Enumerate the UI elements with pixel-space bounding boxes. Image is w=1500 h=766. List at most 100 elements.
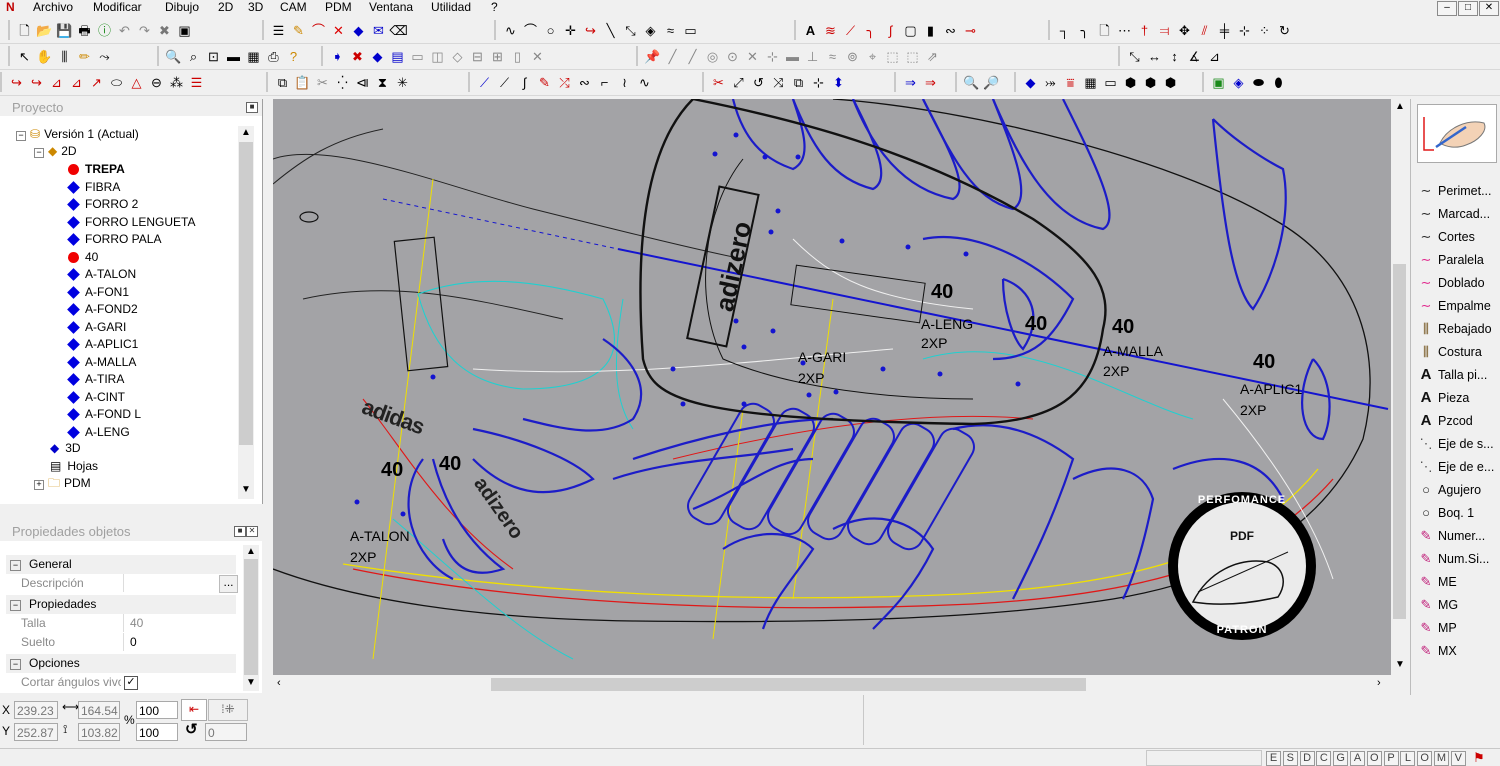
new-file-icon[interactable]: 🗋: [16, 22, 33, 39]
snap-line-icon[interactable]: ╱: [664, 48, 681, 65]
menu-archivo[interactable]: Archivo: [31, 0, 75, 16]
menu-pdm[interactable]: PDM: [323, 0, 354, 16]
tree-piece-item[interactable]: 40: [68, 249, 98, 266]
height-field[interactable]: 103.82: [78, 723, 120, 741]
split-red-icon[interactable]: ⫽: [1196, 22, 1213, 39]
tree-piece-item[interactable]: A-GARI: [67, 319, 126, 336]
envelope-icon[interactable]: ✉: [370, 22, 387, 39]
tree-node-pdm[interactable]: + 🗀 PDM: [34, 475, 91, 492]
snap-perp-icon[interactable]: ⊥: [804, 48, 821, 65]
palette-item[interactable]: ✎ ME: [1417, 571, 1457, 592]
trim-red-icon[interactable]: ⫤: [1156, 22, 1173, 39]
rotate-icon[interactable]: ↺: [185, 720, 198, 738]
drawing-canvas[interactable]: A-LENG 2XP 40 40 40 A-MALLA 2XP 40 A-APL…: [273, 99, 1391, 675]
o6-icon[interactable]: ⬢: [1122, 74, 1139, 91]
mirror-h-icon[interactable]: ⧏: [354, 74, 371, 91]
o2-icon[interactable]: ⤖: [1042, 74, 1059, 91]
collapse-icon[interactable]: −: [10, 600, 21, 611]
collapse-icon[interactable]: −: [16, 131, 26, 141]
tree-piece-item[interactable]: A-APLIC1: [67, 336, 138, 353]
snap-line2-icon[interactable]: ╱: [684, 48, 701, 65]
palette-item[interactable]: A Pieza: [1417, 387, 1470, 408]
t3-icon[interactable]: ↺: [750, 74, 767, 91]
page-icon[interactable]: 🗋: [1096, 22, 1113, 39]
collapse-icon[interactable]: −: [10, 659, 21, 670]
minimize-button[interactable]: –: [1437, 1, 1457, 16]
p-curve5-icon[interactable]: ↗: [88, 74, 105, 91]
arc-red-icon[interactable]: ⌒: [310, 22, 327, 39]
c5-icon[interactable]: ⤮: [556, 74, 573, 91]
c8-icon[interactable]: ≀: [616, 74, 633, 91]
contour-cyan-3[interactable]: [922, 351, 1194, 420]
scroll-up-icon[interactable]: ▲: [1395, 101, 1405, 112]
upper-curve-3[interactable]: [273, 128, 384, 185]
line-icon[interactable]: ╲: [602, 22, 619, 39]
tree-piece-item[interactable]: FORRO 2: [67, 196, 138, 213]
rotation-field[interactable]: 0: [205, 723, 247, 741]
stack-icon[interactable]: ☰: [270, 22, 287, 39]
restore-button[interactable]: □: [1458, 1, 1478, 16]
zoom-out-icon[interactable]: 🔎: [983, 74, 1000, 91]
menu-dibujo[interactable]: Dibujo: [163, 0, 201, 16]
snap-arrow-icon[interactable]: ⇗: [924, 48, 941, 65]
close-panel-icon[interactable]: ✕: [246, 526, 258, 537]
props-scroll-thumb[interactable]: [244, 559, 258, 675]
grey-2-icon[interactable]: ◫: [429, 48, 446, 65]
snap-tangent-icon[interactable]: ⊙: [724, 48, 741, 65]
status-key-button[interactable]: M: [1434, 751, 1449, 766]
pin-icon[interactable]: ■: [246, 102, 258, 113]
clipboard-icon[interactable]: ▤: [389, 48, 406, 65]
status-key-button[interactable]: D: [1299, 751, 1315, 766]
palette-item[interactable]: ∼ Cortes: [1417, 226, 1475, 247]
t7-icon[interactable]: ⬍: [830, 74, 847, 91]
scroll-right-icon[interactable]: ›: [1377, 677, 1381, 689]
snap-wave-icon[interactable]: ≈: [824, 48, 841, 65]
canvas-h-scrollbar[interactable]: ‹ ›: [273, 676, 1391, 693]
arc-icon[interactable]: ⌒: [522, 22, 539, 39]
status-key-button[interactable]: P: [1383, 751, 1399, 766]
measure-v-icon[interactable]: ↕: [1166, 48, 1183, 65]
p-curve2-icon[interactable]: ↪: [28, 74, 45, 91]
palette-item[interactable]: ∼ Paralela: [1417, 249, 1484, 270]
status-key-button[interactable]: E: [1266, 751, 1281, 766]
marker-icon[interactable]: ▮: [922, 22, 939, 39]
tree-node-hojas[interactable]: ▤ Hojas: [50, 458, 98, 475]
palette-item[interactable]: ∼ Doblado: [1417, 272, 1485, 293]
status-key-button[interactable]: A: [1350, 751, 1365, 766]
scroll-down-icon[interactable]: ▼: [241, 484, 251, 495]
o8-icon[interactable]: ⬢: [1162, 74, 1179, 91]
status-key-button[interactable]: C: [1316, 751, 1332, 766]
tree-piece-item[interactable]: FORRO PALA: [67, 231, 161, 248]
node-icon[interactable]: ⊹: [1236, 22, 1253, 39]
grey-4-icon[interactable]: ⊟: [469, 48, 486, 65]
palette-item[interactable]: ∼ Empalme: [1417, 295, 1491, 316]
measure-diag-icon[interactable]: ⤡: [1126, 48, 1143, 65]
section-general[interactable]: − General: [6, 555, 236, 574]
palette-item[interactable]: ✎ MP: [1417, 617, 1457, 638]
x-coordinate-field[interactable]: 239.23: [14, 701, 58, 719]
corner-round-icon[interactable]: ╮: [1076, 22, 1093, 39]
collapse-icon[interactable]: −: [10, 560, 21, 571]
snap-box-icon[interactable]: ⬚: [884, 48, 901, 65]
descripcion-browse-button[interactable]: ...: [219, 575, 238, 593]
menu-ventana[interactable]: Ventana: [367, 0, 415, 16]
corner-icon[interactable]: ┐: [1056, 22, 1073, 39]
c9-icon[interactable]: ∿: [636, 74, 653, 91]
diamond-dot-icon[interactable]: ◈: [642, 22, 659, 39]
tree-scroll-thumb[interactable]: [239, 142, 253, 445]
grid-snap-icon[interactable]: ⁞⁜: [208, 699, 248, 721]
tree-piece-item[interactable]: A-LENG: [67, 424, 130, 441]
tree-piece-item[interactable]: A-TALON: [67, 266, 136, 283]
scissors-icon[interactable]: ✂: [314, 74, 331, 91]
palette-item[interactable]: A Talla pi...: [1417, 364, 1488, 385]
palette-item[interactable]: ○ Agujero: [1417, 479, 1481, 500]
bezier-icon[interactable]: ⟋: [842, 22, 859, 39]
scatter-icon[interactable]: ⁘: [1256, 22, 1273, 39]
tree-scrollbar[interactable]: ▲ ▼: [238, 126, 254, 499]
polyline-icon[interactable]: ⤡: [622, 22, 639, 39]
e4-icon[interactable]: ⬮: [1270, 74, 1287, 91]
grey-3-icon[interactable]: ◇: [449, 48, 466, 65]
tree-root[interactable]: − ⛁ Versión 1 (Actual): [16, 126, 139, 143]
delete-icon[interactable]: ✖: [156, 22, 173, 39]
p-curve3-icon[interactable]: ⊿: [48, 74, 65, 91]
